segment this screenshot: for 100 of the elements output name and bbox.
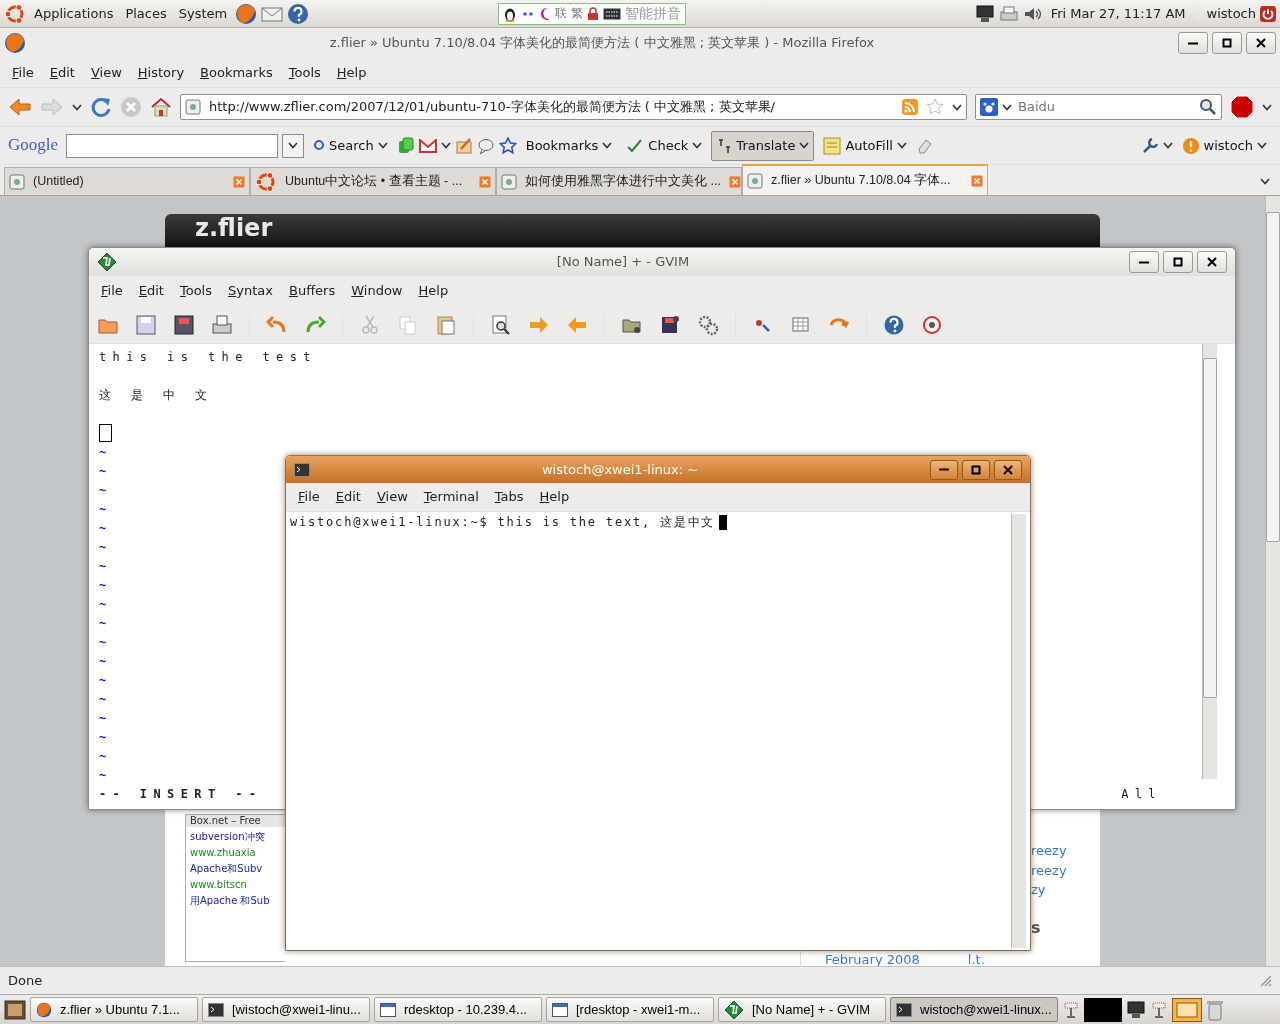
- maximize-button[interactable]: [1163, 251, 1193, 273]
- resize-grip-icon[interactable]: [1260, 974, 1272, 987]
- result-link[interactable]: subversion冲突: [186, 831, 285, 843]
- taskbar-button[interactable]: wistoch@xwei1-linux...: [890, 997, 1058, 1022]
- toolbar-button[interactable]: Check: [621, 130, 708, 161]
- sidebar-link[interactable]: zy: [1031, 882, 1100, 898]
- lock-icon[interactable]: [587, 6, 599, 21]
- workspace-preview-icon[interactable]: [1084, 997, 1122, 1022]
- help-icon[interactable]: [287, 2, 310, 25]
- network-icon[interactable]: [1062, 1000, 1080, 1019]
- archive-link[interactable]: l.t.: [967, 953, 985, 966]
- search-field[interactable]: Baidu: [975, 94, 1222, 120]
- spellcheck-icon[interactable]: [626, 137, 645, 154]
- keyboard-icon[interactable]: [603, 7, 621, 20]
- save-icon[interactable]: [135, 313, 157, 336]
- find-icon[interactable]: [490, 313, 512, 336]
- network-icon[interactable]: [1150, 1000, 1168, 1019]
- result-link[interactable]: 用Apache 和Sub: [186, 895, 285, 907]
- menu-item[interactable]: Syntax: [220, 283, 281, 299]
- search-field[interactable]: [66, 133, 279, 158]
- workspace-switcher-icon[interactable]: [1172, 997, 1202, 1022]
- computer-icon[interactable]: [974, 4, 995, 23]
- menu-item[interactable]: Help: [531, 489, 578, 505]
- caret-icon[interactable]: [440, 142, 451, 149]
- tab-close-icon[interactable]: [233, 175, 245, 188]
- result-link[interactable]: Apache和Subv: [186, 863, 285, 875]
- mail-icon[interactable]: [418, 138, 437, 153]
- caret-icon[interactable]: [288, 142, 299, 149]
- gears-icon[interactable]: [697, 313, 719, 336]
- toolbar-button[interactable]: Translate: [711, 130, 815, 161]
- menu-item[interactable]: Bookmarks: [192, 64, 281, 81]
- panel-menu[interactable]: System: [174, 5, 232, 22]
- browser-tab[interactable]: (Untitled): [4, 167, 250, 195]
- toolbar-button[interactable]: AutoFill: [818, 130, 912, 161]
- minimize-button[interactable]: [1129, 251, 1159, 273]
- scrollbar[interactable]: [1202, 344, 1217, 779]
- menu-item[interactable]: Tools: [280, 64, 329, 81]
- close-button[interactable]: [994, 459, 1022, 480]
- menu-item[interactable]: Buffers: [280, 283, 344, 299]
- caret-icon[interactable]: [1262, 103, 1272, 111]
- taskbar-button[interactable]: z.flier » Ubuntu 7.1...: [30, 997, 198, 1022]
- disk-gear-icon[interactable]: [659, 313, 681, 336]
- browser-tab[interactable]: z.flier » Ubuntu 7.10/8.04 字体...: [742, 164, 988, 195]
- chat-bubble-icon[interactable]: [476, 136, 495, 155]
- show-desktop-icon[interactable]: [4, 999, 26, 1020]
- browser-tab[interactable]: Ubuntu中文论坛 • 查看主题 - ...: [250, 167, 496, 195]
- toolbar-button[interactable]: wistoch: [1176, 130, 1272, 161]
- search-engine-icon[interactable]: [980, 98, 998, 116]
- minimize-button[interactable]: [1178, 32, 1208, 54]
- search-icon[interactable]: [1199, 98, 1217, 116]
- home-icon[interactable]: [150, 96, 172, 118]
- menu-item[interactable]: History: [129, 64, 193, 81]
- scrollbar[interactable]: [1011, 514, 1026, 948]
- dropdown-button[interactable]: [282, 133, 305, 158]
- vim-logo-icon[interactable]: [97, 252, 117, 272]
- back-arrow-icon[interactable]: [8, 96, 32, 118]
- adblock-icon[interactable]: [1230, 95, 1254, 119]
- ime-toggle[interactable]: 繁: [571, 6, 583, 21]
- help-icon[interactable]: [883, 313, 905, 336]
- caret-icon[interactable]: [1260, 178, 1270, 185]
- menu-item[interactable]: File: [4, 64, 42, 81]
- scrollbar[interactable]: [1265, 196, 1280, 966]
- browser-globe-icon[interactable]: [4, 32, 26, 54]
- ime-toggle[interactable]: 联: [555, 6, 567, 21]
- reload-icon[interactable]: [90, 96, 112, 118]
- menu-item[interactable]: Edit: [130, 283, 172, 299]
- browser-tab[interactable]: 如何使用雅黑字体进行中文美化 ...: [496, 167, 742, 195]
- panel-menu[interactable]: Applications: [30, 5, 118, 22]
- menu-item[interactable]: Help: [410, 283, 457, 299]
- browser-globe-icon[interactable]: [235, 2, 258, 25]
- panel-menu[interactable]: Places: [121, 5, 171, 22]
- close-button[interactable]: [1197, 251, 1227, 273]
- sidebar-link[interactable]: reezy: [1031, 843, 1100, 859]
- save-all-icon[interactable]: [173, 313, 195, 336]
- menu-item[interactable]: Help: [328, 64, 375, 81]
- taskbar-button[interactable]: rdesktop - 10.239.4...: [374, 997, 542, 1022]
- menu-item[interactable]: View: [368, 489, 416, 505]
- taskbar-button[interactable]: [wistoch@xwei1-linu...: [202, 997, 370, 1022]
- tab-close-icon[interactable]: [728, 175, 741, 188]
- caret-icon[interactable]: [952, 103, 962, 111]
- input-method-bar[interactable]: 联 繁 智能拼音: [498, 2, 686, 25]
- caret-icon[interactable]: [1002, 103, 1012, 111]
- menu-item[interactable]: File: [93, 283, 131, 299]
- sidebar-link[interactable]: reezy: [1031, 862, 1100, 879]
- power-icon[interactable]: [1260, 5, 1276, 22]
- half-width-icon[interactable]: [539, 6, 551, 21]
- clock[interactable]: Fri Mar 27, 11:17 AM: [1050, 5, 1186, 22]
- computer-icon[interactable]: [1126, 1000, 1146, 1019]
- ubuntu-logo-icon[interactable]: [4, 2, 26, 25]
- menu-item[interactable]: Tabs: [486, 489, 532, 505]
- toolbar-button[interactable]: Search: [308, 130, 393, 161]
- menu-item[interactable]: Tools: [171, 283, 220, 299]
- archive-link[interactable]: February 2008: [825, 953, 920, 966]
- mail-icon[interactable]: [261, 4, 284, 23]
- maximize-button[interactable]: [1212, 32, 1242, 54]
- tab-close-icon[interactable]: [971, 174, 983, 187]
- printer-icon[interactable]: [211, 313, 233, 336]
- terminal-icon[interactable]: [294, 462, 310, 477]
- minimize-button[interactable]: [930, 459, 958, 480]
- bookmark-star-icon[interactable]: [926, 98, 944, 116]
